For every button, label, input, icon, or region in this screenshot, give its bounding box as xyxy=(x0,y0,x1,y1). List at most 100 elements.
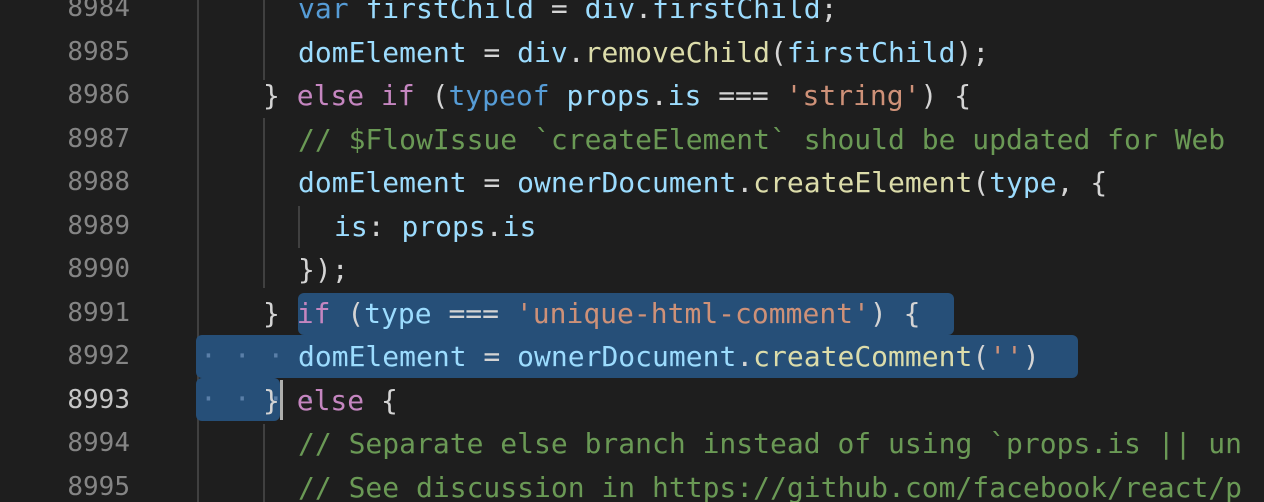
code-token: } xyxy=(263,296,297,330)
code-token: ) { xyxy=(920,79,972,112)
code-token: = xyxy=(534,0,585,25)
code-token: div xyxy=(584,0,636,25)
code-token: . xyxy=(650,79,668,112)
code-token: type xyxy=(989,166,1057,199)
code-token: domElement xyxy=(298,166,467,199)
code-token: firstChild xyxy=(652,0,821,25)
code-token: ownerDocument xyxy=(517,166,737,199)
line-number: 8988 xyxy=(67,167,130,197)
code-line[interactable]: 8986} else if (typeof props.is === 'stri… xyxy=(0,74,1264,118)
code-token: else xyxy=(296,79,365,112)
line-number: 8990 xyxy=(67,254,130,284)
code-text[interactable]: } else { xyxy=(263,379,398,423)
code-line[interactable]: 8995 // See discussion in https://github.… xyxy=(0,466,1264,502)
code-token: // See discussion in https://github.com/… xyxy=(298,470,1243,502)
code-token: ( xyxy=(972,340,990,373)
code-line[interactable]: 8984 var firstChild = div.firstChild; xyxy=(0,0,1264,31)
code-text[interactable]: // $FlowIssue `createElement` should be … xyxy=(298,118,1225,162)
code-token: type xyxy=(364,296,432,330)
code-token: firstChild xyxy=(786,35,956,69)
code-text[interactable]: is: props.is xyxy=(334,205,536,249)
line-number: 8985 xyxy=(67,36,130,67)
code-token: }); xyxy=(298,253,349,286)
code-token: ( xyxy=(414,79,449,112)
code-token: // Separate else branch instead of using… xyxy=(298,427,1243,460)
code-token: === xyxy=(431,296,516,330)
code-token: else xyxy=(296,383,365,417)
code-token: 'string' xyxy=(785,79,921,112)
code-token: ; xyxy=(820,0,838,25)
code-line[interactable]: 8985 domElement = div.removeChild(firstCh… xyxy=(0,31,1264,75)
code-token: . xyxy=(736,340,754,373)
code-token: ) xyxy=(1022,340,1040,373)
line-number: 8984 xyxy=(67,0,130,23)
code-text[interactable]: // See discussion in https://github.com/… xyxy=(298,466,1242,502)
line-number: 8993 xyxy=(67,384,130,415)
code-line[interactable]: 8990}); xyxy=(0,248,1264,292)
code-line[interactable]: 8994 // Separate else branch instead of u… xyxy=(0,422,1264,466)
code-token: = xyxy=(466,35,518,69)
code-token: } xyxy=(263,79,297,112)
code-token: is xyxy=(667,79,702,112)
code-token: ); xyxy=(955,35,990,69)
code-token: . xyxy=(485,209,503,243)
code-token: = xyxy=(466,340,518,373)
code-token: createComment xyxy=(753,340,973,373)
code-text[interactable]: var firstChild = div.firstChild; xyxy=(298,0,837,31)
code-text[interactable]: }); xyxy=(298,248,349,292)
code-line[interactable]: 8988 domElement = ownerDocument.createEle… xyxy=(0,161,1264,205)
code-token: domElement xyxy=(298,35,467,69)
code-text[interactable]: domElement = ownerDocument.createElement… xyxy=(298,161,1107,205)
code-editor[interactable]: · · · · · · · · 8984 var firstChild = div… xyxy=(0,0,1264,502)
code-text[interactable]: domElement = ownerDocument.createComment… xyxy=(298,335,1040,379)
line-number: 8991 xyxy=(67,297,130,328)
code-text[interactable]: // Separate else branch instead of using… xyxy=(298,422,1242,466)
code-line[interactable]: 8993} else { xyxy=(0,379,1264,423)
code-line[interactable]: 8987 // $FlowIssue `createElement` should… xyxy=(0,118,1264,162)
line-number: 8995 xyxy=(67,471,130,502)
code-token: { xyxy=(364,383,398,417)
code-line[interactable]: 8989 is: props.is xyxy=(0,205,1264,249)
line-number: 8986 xyxy=(67,80,130,110)
code-text[interactable]: } else if (typeof props.is === 'string')… xyxy=(263,74,971,118)
line-number: 8989 xyxy=(67,210,130,241)
code-line[interactable]: 8991} if (type === 'unique-html-comment'… xyxy=(0,292,1264,336)
code-token: is xyxy=(502,209,537,243)
line-number: 8987 xyxy=(67,123,130,154)
code-token: props xyxy=(401,209,486,243)
code-token: if xyxy=(296,296,331,330)
code-token: var xyxy=(298,0,366,25)
code-token: ) { xyxy=(869,296,921,330)
code-token: : xyxy=(367,209,402,243)
code-token: = xyxy=(466,166,518,199)
code-token: if xyxy=(381,79,415,112)
code-token: createElement xyxy=(753,166,973,199)
code-token: // $FlowIssue `createElement` should be … xyxy=(298,122,1226,156)
code-token: domElement xyxy=(298,340,467,373)
code-token: is xyxy=(334,209,368,243)
code-token: typeof xyxy=(448,79,550,112)
code-token: firstChild xyxy=(365,0,535,25)
code-token: . xyxy=(736,166,754,199)
code-token: ( xyxy=(770,35,787,69)
code-token: 'unique-html-comment' xyxy=(515,296,870,330)
code-token: props xyxy=(566,79,651,112)
code-token: '' xyxy=(989,340,1023,373)
line-number: 8992 xyxy=(67,341,130,371)
code-token: div xyxy=(517,35,568,69)
code-token: ( xyxy=(330,296,365,330)
code-text[interactable]: } if (type === 'unique-html-comment') { xyxy=(263,292,920,336)
code-token: . xyxy=(567,35,585,69)
line-number: 8994 xyxy=(67,428,130,458)
code-token: ( xyxy=(972,166,990,199)
code-token: } xyxy=(263,383,280,417)
code-token: === xyxy=(701,79,786,112)
code-text[interactable]: domElement = div.removeChild(firstChild)… xyxy=(298,31,989,75)
code-line[interactable]: 8992 domElement = ownerDocument.createCom… xyxy=(0,335,1264,379)
code-token: , { xyxy=(1056,166,1108,199)
code-token: . xyxy=(635,0,653,25)
code-token: removeChild xyxy=(584,35,771,69)
